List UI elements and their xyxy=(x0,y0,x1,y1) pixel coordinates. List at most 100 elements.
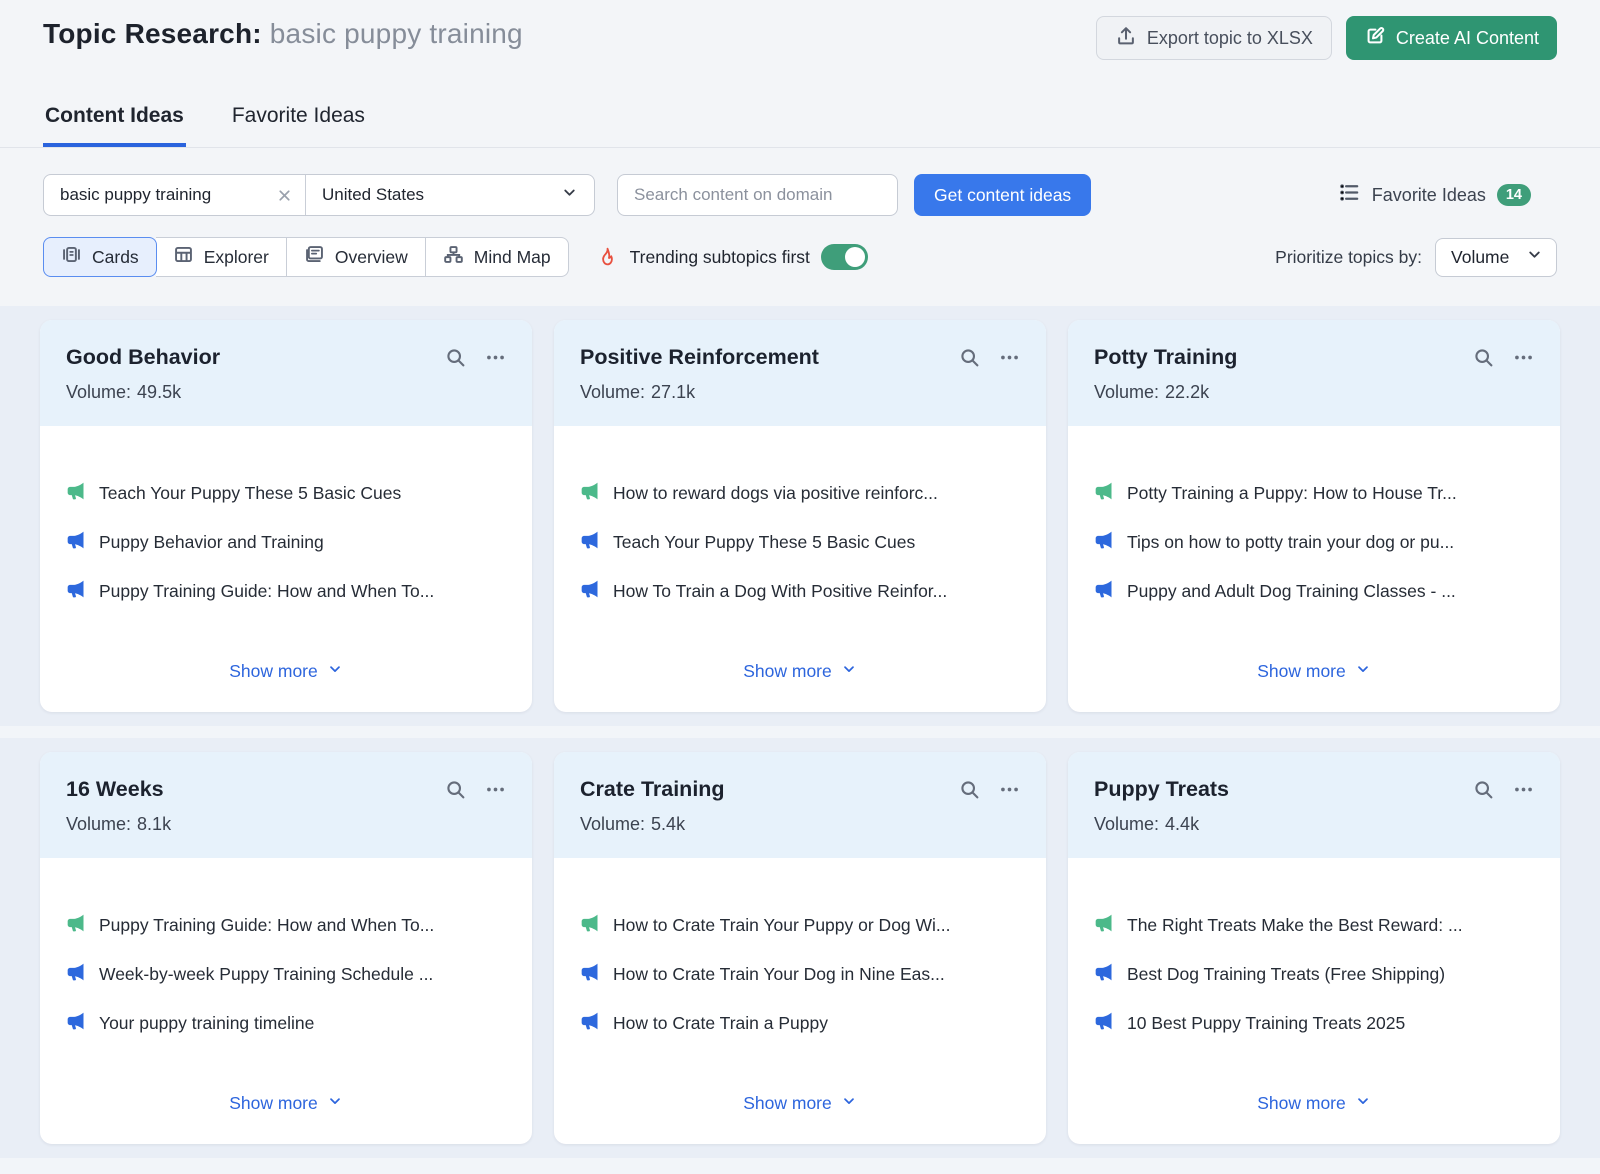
toggle-knob xyxy=(845,247,865,267)
keyword-country-group: United States xyxy=(43,174,595,216)
cards-icon xyxy=(61,244,82,270)
view-mode-mindmap[interactable]: Mind Map xyxy=(426,237,569,277)
chevron-down-icon xyxy=(841,661,857,682)
tab-content-ideas[interactable]: Content Ideas xyxy=(43,94,186,147)
headline-item[interactable]: Week-by-week Puppy Training Schedule ... xyxy=(66,963,506,987)
megaphone-icon xyxy=(580,962,600,987)
export-xlsx-button[interactable]: Export topic to XLSX xyxy=(1096,16,1332,60)
card-title: Positive Reinforcement xyxy=(580,345,959,370)
trending-toggle[interactable] xyxy=(821,244,868,270)
card-body: Teach Your Puppy These 5 Basic Cues Pupp… xyxy=(40,426,532,712)
headline-item[interactable]: Puppy Training Guide: How and When To... xyxy=(66,914,506,938)
more-options-icon[interactable] xyxy=(485,347,506,368)
chevron-down-icon xyxy=(327,1093,343,1114)
headline-item[interactable]: The Right Treats Make the Best Reward: .… xyxy=(1094,914,1534,938)
card-title: Crate Training xyxy=(580,777,959,802)
megaphone-icon xyxy=(1094,913,1114,938)
card-volume: Volume:4.4k xyxy=(1094,814,1534,835)
headline-item[interactable]: Puppy Behavior and Training xyxy=(66,531,506,555)
card-body: How to Crate Train Your Puppy or Dog Wi.… xyxy=(554,858,1046,1144)
search-topic-icon[interactable] xyxy=(959,347,980,368)
headline-item[interactable]: Potty Training a Puppy: How to House Tr.… xyxy=(1094,482,1534,506)
get-content-ideas-button[interactable]: Get content ideas xyxy=(914,174,1091,216)
megaphone-icon xyxy=(66,579,86,604)
clear-keyword-icon[interactable] xyxy=(276,187,293,204)
prioritize-select[interactable]: Volume xyxy=(1435,238,1557,277)
more-options-icon[interactable] xyxy=(485,779,506,800)
megaphone-icon xyxy=(580,1011,600,1036)
more-options-icon[interactable] xyxy=(1513,779,1534,800)
page-title-prefix: Topic Research: xyxy=(43,18,262,49)
card-volume: Volume:8.1k xyxy=(66,814,506,835)
show-more-button[interactable]: Show more xyxy=(741,657,859,686)
show-more-button[interactable]: Show more xyxy=(1255,1089,1373,1118)
show-more-button[interactable]: Show more xyxy=(227,1089,345,1118)
domain-search-input[interactable] xyxy=(617,174,898,216)
mindmap-icon xyxy=(443,244,464,270)
view-mode-cards[interactable]: Cards xyxy=(43,237,157,277)
country-select[interactable]: United States xyxy=(306,175,594,215)
topic-card-16-weeks: 16 Weeks Volume:8.1k Puppy Training Guid… xyxy=(40,752,532,1144)
create-ai-content-button[interactable]: Create AI Content xyxy=(1346,16,1557,60)
card-volume: Volume:27.1k xyxy=(580,382,1020,403)
upload-icon xyxy=(1115,25,1137,52)
card-volume: Volume:5.4k xyxy=(580,814,1020,835)
headline-item[interactable]: Tips on how to potty train your dog or p… xyxy=(1094,531,1534,555)
list-icon xyxy=(1338,181,1361,209)
headline-item[interactable]: How to Crate Train Your Dog in Nine Eas.… xyxy=(580,963,1020,987)
view-mode-overview[interactable]: Overview xyxy=(287,237,426,277)
megaphone-icon xyxy=(580,481,600,506)
chevron-down-icon xyxy=(841,1093,857,1114)
card-body: Potty Training a Puppy: How to House Tr.… xyxy=(1068,426,1560,712)
favorite-ideas-count-badge: 14 xyxy=(1497,184,1531,206)
trending-subtopics-control: Trending subtopics first xyxy=(596,244,868,270)
headline-item[interactable]: How To Train a Dog With Positive Reinfor… xyxy=(580,580,1020,604)
more-options-icon[interactable] xyxy=(1513,347,1534,368)
card-volume: Volume:22.2k xyxy=(1094,382,1534,403)
view-mode-explorer[interactable]: Explorer xyxy=(156,237,287,277)
flame-icon xyxy=(596,246,619,269)
topbar-actions: Export topic to XLSX Create AI Content xyxy=(1096,16,1557,60)
edit-icon xyxy=(1364,25,1386,52)
favorite-ideas-link[interactable]: Favorite Ideas 14 xyxy=(1338,181,1531,209)
show-more-button[interactable]: Show more xyxy=(227,657,345,686)
search-topic-icon[interactable] xyxy=(445,779,466,800)
headline-item[interactable]: Puppy Training Guide: How and When To... xyxy=(66,580,506,604)
show-more-button[interactable]: Show more xyxy=(1255,657,1373,686)
headline-item[interactable]: How to Crate Train a Puppy xyxy=(580,1012,1020,1036)
search-topic-icon[interactable] xyxy=(445,347,466,368)
tab-favorite-ideas[interactable]: Favorite Ideas xyxy=(230,94,367,147)
headline-item[interactable]: How to Crate Train Your Puppy or Dog Wi.… xyxy=(580,914,1020,938)
topic-card-positive-reinforcement: Positive Reinforcement Volume:27.1k How … xyxy=(554,320,1046,712)
headline-item[interactable]: How to reward dogs via positive reinforc… xyxy=(580,482,1020,506)
chevron-down-icon xyxy=(1355,1093,1371,1114)
page-header: Topic Research:basic puppy training Expo… xyxy=(0,0,1600,60)
chevron-down-icon xyxy=(327,661,343,682)
more-options-icon[interactable] xyxy=(999,779,1020,800)
show-more-button[interactable]: Show more xyxy=(741,1089,859,1118)
topic-card-good-behavior: Good Behavior Volume:49.5k Teach Your Pu… xyxy=(40,320,532,712)
headline-item[interactable]: Puppy and Adult Dog Training Classes - .… xyxy=(1094,580,1534,604)
megaphone-icon xyxy=(66,913,86,938)
card-body: The Right Treats Make the Best Reward: .… xyxy=(1068,858,1560,1144)
headline-item[interactable]: Your puppy training timeline xyxy=(66,1012,506,1036)
search-topic-icon[interactable] xyxy=(1473,347,1494,368)
view-mode-switcher: Cards Explorer Overview Mind Map xyxy=(43,237,569,277)
chevron-down-icon xyxy=(561,184,578,206)
search-topic-icon[interactable] xyxy=(1473,779,1494,800)
headline-item[interactable]: Teach Your Puppy These 5 Basic Cues xyxy=(580,531,1020,555)
keyword-input[interactable] xyxy=(60,185,276,205)
topic-card-crate-training: Crate Training Volume:5.4k How to Crate … xyxy=(554,752,1046,1144)
megaphone-icon xyxy=(66,530,86,555)
megaphone-icon xyxy=(580,530,600,555)
megaphone-icon xyxy=(1094,1011,1114,1036)
cards-row-2: 16 Weeks Volume:8.1k Puppy Training Guid… xyxy=(0,738,1600,1158)
headline-item[interactable]: Teach Your Puppy These 5 Basic Cues xyxy=(66,482,506,506)
topic-research-page: Topic Research:basic puppy training Expo… xyxy=(0,0,1600,1174)
controls: United States Get content ideas Favorite… xyxy=(0,148,1600,306)
search-topic-icon[interactable] xyxy=(959,779,980,800)
headline-item[interactable]: Best Dog Training Treats (Free Shipping) xyxy=(1094,963,1534,987)
table-icon xyxy=(173,244,194,270)
more-options-icon[interactable] xyxy=(999,347,1020,368)
headline-item[interactable]: 10 Best Puppy Training Treats 2025 xyxy=(1094,1012,1534,1036)
